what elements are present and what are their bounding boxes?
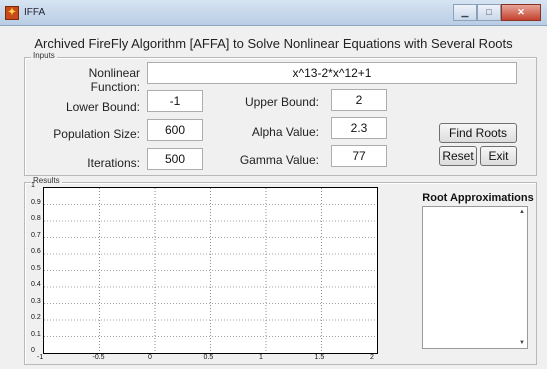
y-tick-label: 0.3 <box>31 297 41 305</box>
y-tick-label: 0.1 <box>31 330 41 338</box>
inputs-panel-title: Inputs <box>31 51 57 60</box>
page-title: Archived FireFly Algorithm [AFFA] to Sol… <box>34 36 513 51</box>
results-plot <box>43 187 378 354</box>
y-tick-label: 1 <box>31 182 35 189</box>
population-size-input[interactable]: 600 <box>147 119 203 141</box>
y-tick-label: 0.9 <box>31 198 41 206</box>
scroll-up-icon[interactable]: ▲ <box>519 209 525 215</box>
window-title: IFFA <box>24 7 46 18</box>
x-tick-label: -0.5 <box>92 354 105 361</box>
y-tick-label: 0 <box>31 347 35 354</box>
iterations-label: Iterations: <box>87 156 140 170</box>
upper-bound-label: Upper Bound: <box>244 95 319 109</box>
root-approximations-list[interactable]: ▲ ▼ <box>422 206 528 349</box>
y-tick-label: 0.5 <box>31 264 41 272</box>
gamma-value-label: Gamma Value: <box>239 153 319 167</box>
minimize-button[interactable]: ▁ <box>453 4 477 21</box>
window-controls: ▁ □ ✕ <box>453 4 541 21</box>
y-tick-label: 0.7 <box>31 231 41 239</box>
app-icon: ✦ <box>5 6 19 20</box>
nonlinear-function-input[interactable]: x^13-2*x^12+1 <box>147 62 517 84</box>
close-button[interactable]: ✕ <box>501 4 541 21</box>
find-roots-button[interactable]: Find Roots <box>439 123 517 143</box>
nonlinear-function-label: Nonlinear Function: <box>88 66 140 94</box>
scroll-down-icon[interactable]: ▼ <box>519 340 525 346</box>
y-tick-label: 0.8 <box>31 215 41 222</box>
title-bar: ✦ IFFA ▁ □ ✕ <box>0 0 547 26</box>
x-tick-label: 2 <box>370 354 374 361</box>
x-tick-label: 1.5 <box>314 354 325 361</box>
reset-button[interactable]: Reset <box>439 146 477 166</box>
x-tick-label: 0 <box>148 354 152 361</box>
y-tick-label: 0.4 <box>31 281 41 288</box>
alpha-value-label: Alpha Value: <box>251 125 319 139</box>
lower-bound-label: Lower Bound: <box>65 100 140 114</box>
gamma-value-input[interactable]: 77 <box>331 145 387 167</box>
x-tick-label: -1 <box>37 354 44 361</box>
alpha-value-input[interactable]: 2.3 <box>331 117 387 139</box>
upper-bound-input[interactable]: 2 <box>331 89 387 111</box>
x-tick-label: 0.5 <box>203 354 214 361</box>
population-size-label: Population Size: <box>53 127 140 141</box>
root-approximations-title: Root Approximations <box>422 192 534 204</box>
iterations-input[interactable]: 500 <box>147 148 203 170</box>
y-tick-label: 0.6 <box>31 248 41 255</box>
y-tick-label: 0.2 <box>31 314 41 321</box>
lower-bound-input[interactable]: -1 <box>147 90 203 112</box>
x-tick-label: 1 <box>259 354 263 361</box>
exit-button[interactable]: Exit <box>480 146 517 166</box>
maximize-button[interactable]: □ <box>477 4 501 21</box>
results-panel-title: Results <box>31 176 62 185</box>
plot-canvas <box>44 188 377 353</box>
